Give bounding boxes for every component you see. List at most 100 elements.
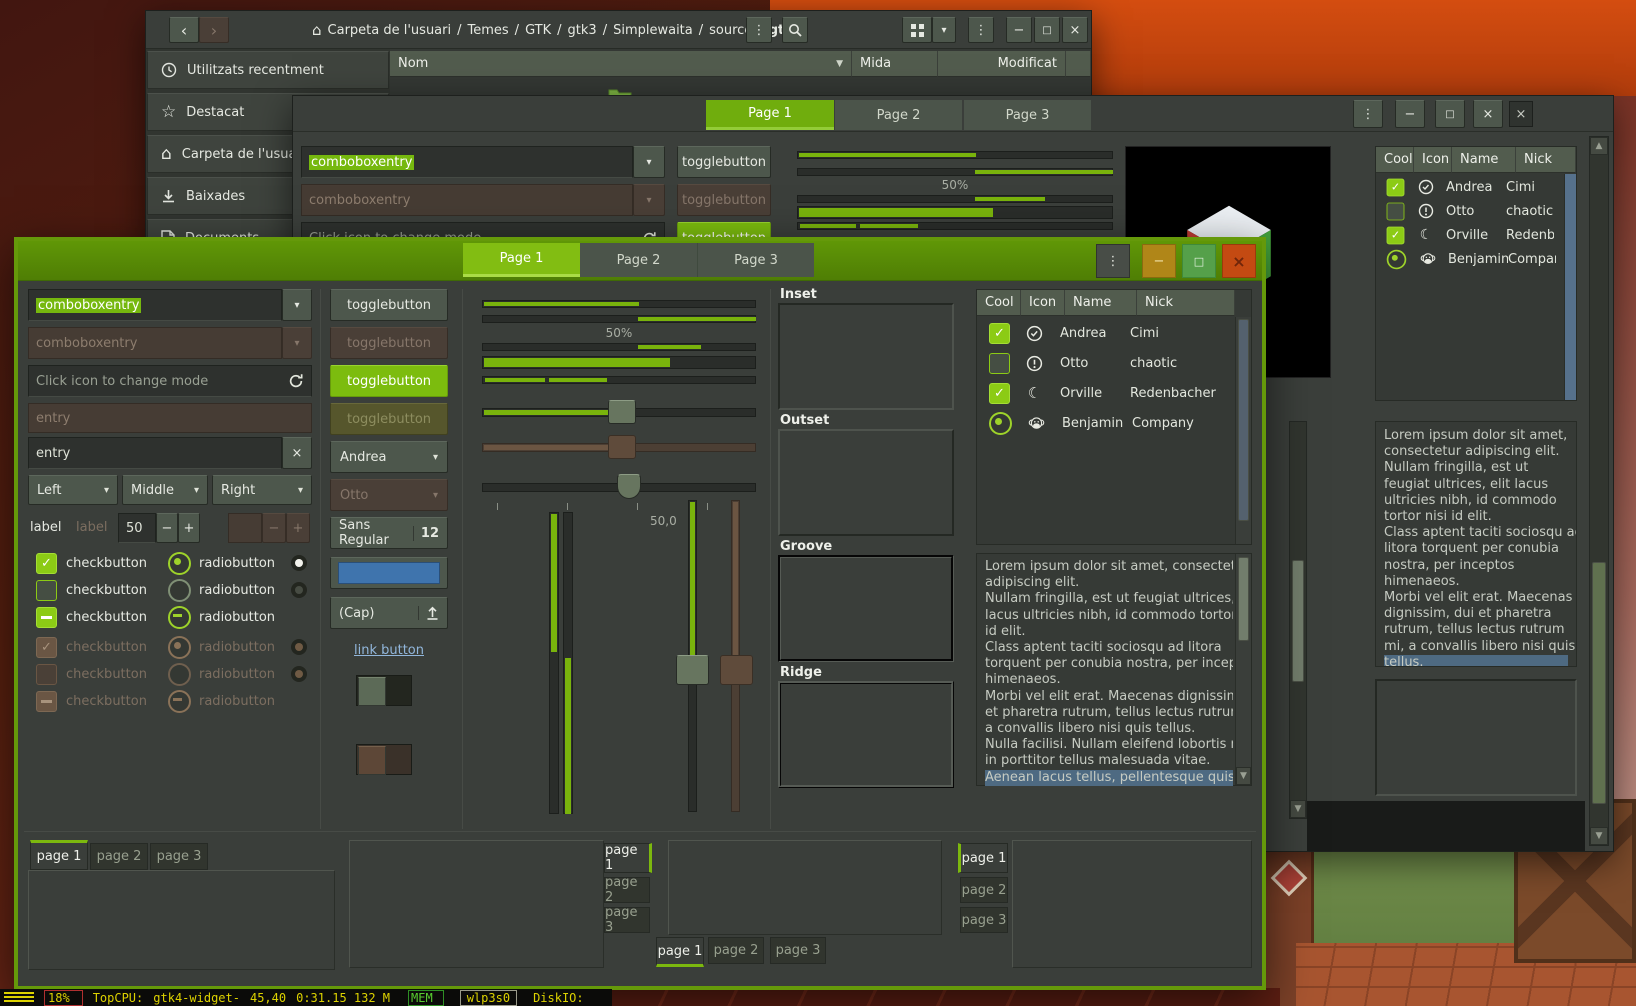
tab-page2[interactable]: Page 2 bbox=[834, 100, 962, 130]
radio-indeterminate[interactable] bbox=[168, 606, 191, 629]
switch-off[interactable] bbox=[356, 675, 412, 706]
minimize-button[interactable]: − bbox=[1142, 244, 1176, 278]
color-button[interactable] bbox=[330, 557, 448, 589]
scale-vertical-handle[interactable] bbox=[676, 655, 709, 685]
scroll-down-button[interactable]: ▼ bbox=[1590, 827, 1608, 845]
tab-page1[interactable]: Page 1 bbox=[706, 100, 834, 130]
row-radio-selected[interactable] bbox=[989, 412, 1012, 435]
background-close-button[interactable]: × bbox=[1509, 101, 1533, 127]
comboboxentry-input[interactable]: comboboxentry bbox=[301, 146, 633, 178]
comboboxentry-dropdown[interactable]: ▾ bbox=[633, 146, 665, 178]
column-header-size[interactable]: Mida bbox=[852, 51, 938, 77]
row-checkbox-checked[interactable]: ✓ bbox=[989, 383, 1010, 404]
comboboxentry-dropdown[interactable]: ▾ bbox=[282, 289, 312, 321]
combobox-name[interactable]: Andrea▾ bbox=[330, 441, 448, 473]
titlebar[interactable]: Page 1 Page 2 Page 3 ⋮ − □ × × bbox=[293, 96, 1613, 132]
notebook-tab-page3[interactable]: page 3 bbox=[150, 843, 208, 870]
menu-button[interactable]: ⋮ bbox=[1096, 244, 1130, 278]
radio-selected[interactable] bbox=[168, 552, 191, 575]
spin-increment-button[interactable]: + bbox=[178, 513, 200, 543]
notebook-tab-page2[interactable]: page 2 bbox=[90, 843, 148, 870]
notebook-tab-page2[interactable]: page 2 bbox=[708, 937, 764, 964]
scrollbar-vertical[interactable]: ▼ bbox=[1289, 421, 1307, 819]
tab-page3[interactable]: Page 3 bbox=[697, 243, 814, 277]
tree-header-cool[interactable]: Cool bbox=[1376, 147, 1414, 173]
scroll-down-button[interactable]: ▼ bbox=[1290, 800, 1306, 818]
hamburger-menu-button[interactable]: ⋮ bbox=[968, 17, 994, 43]
view-options-button[interactable]: ▾ bbox=[932, 17, 956, 43]
tree-scrollbar[interactable] bbox=[1235, 317, 1251, 544]
notebook-tab-page1[interactable]: page 1 bbox=[604, 843, 652, 873]
tree-header-icon[interactable]: Icon bbox=[1021, 290, 1065, 316]
checkbox-unchecked[interactable] bbox=[36, 580, 57, 601]
table-row[interactable]: ✓ Andrea Cimi bbox=[1376, 175, 1564, 199]
column-header-name[interactable]: Nom ▼ bbox=[390, 51, 852, 77]
scrollbar-thumb[interactable] bbox=[1592, 562, 1606, 804]
notebook-tab-page1[interactable]: page 1 bbox=[656, 937, 704, 967]
entry-clearable[interactable]: entry bbox=[28, 437, 282, 469]
comboboxentry-input[interactable]: comboboxentry bbox=[28, 289, 282, 321]
table-row[interactable]: Benjamin Company bbox=[977, 408, 1235, 438]
togglebutton[interactable]: togglebutton bbox=[330, 289, 448, 321]
column-header-modified[interactable]: Modificat bbox=[938, 51, 1066, 77]
table-row[interactable]: ✓ ☾ Orville Redenbacher bbox=[1376, 223, 1564, 247]
scroll-down-button[interactable]: ▼ bbox=[1236, 767, 1251, 785]
close-button[interactable]: × bbox=[1222, 244, 1256, 278]
indicator-dot-on[interactable] bbox=[291, 555, 307, 571]
close-button[interactable]: × bbox=[1062, 17, 1088, 43]
tree-header-cool[interactable]: Cool bbox=[977, 290, 1021, 316]
scale-handle[interactable] bbox=[608, 400, 636, 424]
titlebar[interactable]: Page 1 Page 2 Page 3 ⋮ − □ × bbox=[18, 241, 1262, 281]
refresh-icon[interactable] bbox=[288, 373, 304, 389]
breadcrumb[interactable]: ⌂ Carpeta de l'usuari / Temes / GTK / gt… bbox=[312, 17, 802, 43]
breadcrumb-segment[interactable]: Carpeta de l'usuari bbox=[328, 23, 452, 38]
font-button[interactable]: Sans Regular 12 bbox=[330, 517, 448, 549]
maximize-button[interactable]: □ bbox=[1034, 17, 1060, 43]
minimize-button[interactable]: − bbox=[1395, 100, 1425, 128]
combobox-left[interactable]: Left▾ bbox=[28, 475, 118, 505]
close-button[interactable]: × bbox=[1473, 100, 1503, 128]
sidebar-item-recent[interactable]: Utilitzats recentment bbox=[147, 51, 389, 89]
maximize-button[interactable]: □ bbox=[1182, 244, 1216, 278]
breadcrumb-segment[interactable]: GTK bbox=[525, 23, 551, 38]
menu-button[interactable]: ⋮ bbox=[746, 17, 772, 43]
row-checkbox-checked[interactable]: ✓ bbox=[1387, 226, 1405, 244]
textview-scrollbar[interactable]: ▼ bbox=[1235, 554, 1251, 785]
scrollbar-thumb[interactable] bbox=[1292, 560, 1304, 682]
breadcrumb-segment[interactable]: gtk3 bbox=[568, 23, 597, 38]
table-row[interactable]: Otto chaotic bbox=[977, 348, 1235, 378]
tree-header-nick[interactable]: Nick bbox=[1137, 290, 1235, 316]
tree-scrollbar[interactable] bbox=[1564, 174, 1576, 400]
maximize-button[interactable]: □ bbox=[1435, 100, 1465, 128]
notebook-tab-page3[interactable]: page 3 bbox=[960, 907, 1008, 933]
togglebutton-active[interactable]: togglebutton bbox=[330, 365, 448, 397]
spinbutton-value[interactable]: 50 bbox=[118, 513, 156, 543]
checkbox-checked[interactable]: ✓ bbox=[36, 553, 57, 574]
file-chooser-button[interactable]: (Cap) bbox=[330, 597, 448, 629]
link-label[interactable]: link button bbox=[354, 643, 424, 658]
minimize-button[interactable]: − bbox=[1006, 17, 1032, 43]
tree-header-name[interactable]: Name bbox=[1452, 147, 1516, 173]
table-row[interactable]: Otto chaotic bbox=[1376, 199, 1564, 223]
tab-page3[interactable]: Page 3 bbox=[963, 100, 1091, 130]
notebook-tab-page1[interactable]: page 1 bbox=[30, 840, 88, 870]
togglebutton[interactable]: togglebutton bbox=[677, 146, 771, 178]
checkbox-indeterminate[interactable] bbox=[36, 607, 57, 628]
row-checkbox-checked[interactable]: ✓ bbox=[989, 323, 1010, 344]
notebook-tab-page2[interactable]: page 2 bbox=[960, 877, 1008, 903]
scrollbar-thumb[interactable] bbox=[1238, 319, 1249, 521]
table-row[interactable]: Benjamin Company bbox=[1376, 247, 1564, 271]
breadcrumb-segment[interactable]: Temes bbox=[468, 23, 509, 38]
search-button[interactable] bbox=[782, 17, 808, 43]
icon-entry[interactable]: Click icon to change mode bbox=[28, 365, 312, 397]
tree-header-name[interactable]: Name bbox=[1065, 290, 1137, 316]
link-button[interactable]: link button bbox=[330, 643, 448, 658]
notebook-tab-page3[interactable]: page 3 bbox=[770, 937, 826, 964]
textview[interactable]: Lorem ipsum dolor sit amet, consectetur … bbox=[976, 553, 1252, 786]
row-checkbox-unchecked[interactable] bbox=[1387, 202, 1405, 220]
view-grid-button[interactable] bbox=[902, 17, 932, 43]
clear-entry-button[interactable]: × bbox=[282, 437, 312, 469]
scrollbar-thumb[interactable] bbox=[1238, 557, 1249, 641]
spin-decrement-button[interactable]: − bbox=[156, 513, 178, 543]
scroll-up-button[interactable]: ▲ bbox=[1590, 137, 1608, 155]
